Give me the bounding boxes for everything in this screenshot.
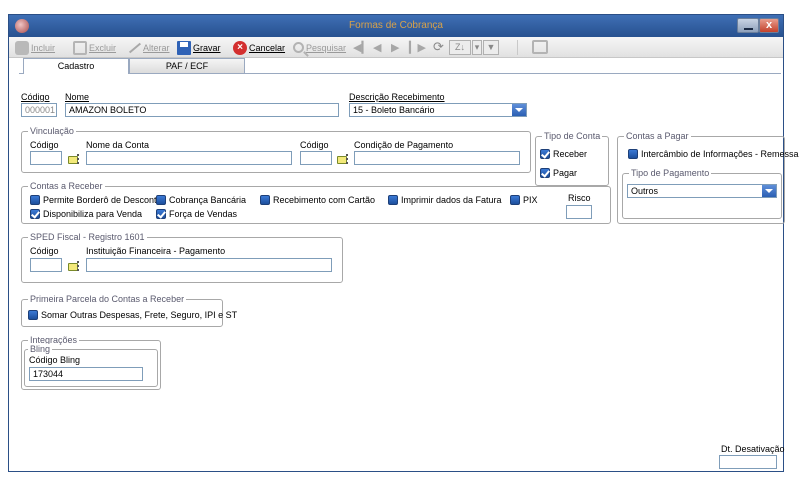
tipo-pagamento-group: Tipo de Pagamento Outros xyxy=(622,168,782,219)
minimize-button[interactable] xyxy=(737,18,759,33)
nome-field[interactable]: AMAZON BOLETO xyxy=(65,103,339,117)
recebimento-cartao-checkbox[interactable]: Recebimento com Cartão xyxy=(260,195,375,205)
print-icon[interactable] xyxy=(532,40,548,54)
tab-cadastro[interactable]: Cadastro xyxy=(23,58,129,74)
next-record-icon[interactable]: ▶ xyxy=(391,41,399,54)
excluir-button[interactable]: Excluir xyxy=(73,39,116,56)
first-record-icon[interactable]: ◀▎ xyxy=(353,41,370,54)
receber-checkbox[interactable]: Receber xyxy=(540,149,587,159)
chevron-down-icon xyxy=(512,104,526,116)
gravar-button[interactable]: Gravar xyxy=(177,39,221,56)
incluir-button[interactable]: Incluir xyxy=(15,39,55,56)
codigo-bling-field[interactable]: 173044 xyxy=(29,367,143,381)
app-icon xyxy=(15,19,29,33)
sort-dropdown-icon[interactable]: ▾ xyxy=(472,40,482,55)
codigo-label: Código xyxy=(21,92,50,102)
edit-icon xyxy=(127,41,141,55)
risco-label: Risco xyxy=(568,193,591,203)
lookup-icon[interactable] xyxy=(68,154,80,164)
integracoes-group: Integrações Bling Código Bling 173044 xyxy=(21,335,161,390)
pesquisar-button[interactable]: Pesquisar xyxy=(293,39,346,56)
checkbox-checked-icon xyxy=(156,209,166,219)
primeira-parcela-group: Primeira Parcela do Contas a Receber Som… xyxy=(21,294,237,327)
alterar-button[interactable]: Alterar xyxy=(127,39,170,56)
prev-record-icon[interactable]: ◀ xyxy=(373,41,381,54)
somar-despesas-checkbox[interactable]: Somar Outras Despesas, Frete, Seguro, IP… xyxy=(28,310,237,320)
tipo-conta-group: Tipo de Conta Receber Pagar xyxy=(535,131,609,186)
tab-paf-ecf[interactable]: PAF / ECF xyxy=(129,58,245,73)
lookup-icon[interactable] xyxy=(337,154,349,164)
cobranca-bancaria-checkbox[interactable]: Cobrança Bancária xyxy=(156,195,246,205)
delete-icon xyxy=(73,40,87,55)
checkbox-icon xyxy=(30,195,40,205)
sped-group: SPED Fiscal - Registro 1601 Código Insti… xyxy=(21,232,343,283)
last-record-icon[interactable]: ▎▶ xyxy=(409,41,426,54)
checkbox-checked-icon xyxy=(540,149,550,159)
dt-desativacao-field[interactable] xyxy=(719,455,777,469)
codigo-field[interactable]: 000001 xyxy=(21,103,57,117)
cancelar-button[interactable]: × Cancelar xyxy=(233,39,285,56)
tipo-pagamento-select[interactable]: Outros xyxy=(627,184,777,198)
instituicao-financeira-field[interactable] xyxy=(86,258,332,272)
forca-vendas-checkbox[interactable]: Força de Vendas xyxy=(156,209,237,219)
disponibiliza-venda-checkbox[interactable]: Disponibiliza para Venda xyxy=(30,209,142,219)
risco-field[interactable] xyxy=(566,205,592,219)
checkbox-icon xyxy=(28,310,38,320)
checkbox-checked-icon xyxy=(540,168,550,178)
nome-conta-field[interactable] xyxy=(86,151,292,165)
cadastro-panel: Código 000001 Nome AMAZON BOLETO Descriç… xyxy=(19,73,799,469)
checkbox-checked-icon xyxy=(30,209,40,219)
imprimir-fatura-checkbox[interactable]: Imprimir dados da Fatura xyxy=(388,195,502,205)
lookup-icon[interactable] xyxy=(68,261,80,271)
checkbox-icon xyxy=(628,149,638,159)
filter-icon[interactable]: ▼ xyxy=(483,40,499,55)
search-icon xyxy=(293,42,304,53)
descricao-recebimento-label: Descrição Recebimento xyxy=(349,92,445,102)
descricao-recebimento-select[interactable]: 15 - Boleto Bancário xyxy=(349,103,527,117)
title-bar: Formas de Cobrança x xyxy=(9,15,783,37)
pix-checkbox[interactable]: PIX xyxy=(510,195,538,205)
permite-bordero-checkbox[interactable]: Permite Borderô de Desconto xyxy=(30,195,162,205)
toolbar: Incluir Excluir Alterar Gravar × Cancela… xyxy=(9,37,783,58)
pagar-checkbox[interactable]: Pagar xyxy=(540,168,577,178)
sort-icon[interactable]: Z↓ xyxy=(449,40,471,55)
checkbox-icon xyxy=(388,195,398,205)
condicao-pagamento-field[interactable] xyxy=(354,151,520,165)
contas-receber-group: Contas a Receber Permite Borderô de Desc… xyxy=(21,181,611,224)
codigo-bling-label: Código Bling xyxy=(29,355,81,365)
checkbox-icon xyxy=(510,195,520,205)
refresh-icon[interactable]: ⟳ xyxy=(433,39,444,55)
main-window: Formas de Cobrança x Incluir Excluir Alt… xyxy=(8,14,799,472)
intercambio-checkbox[interactable]: Intercâmbio de Informações - Remessa xyxy=(628,149,799,159)
add-icon xyxy=(15,40,29,55)
vinculacao-group: Vinculação Código Nome da Conta Código C… xyxy=(21,126,531,173)
vinculacao-codigo-field[interactable] xyxy=(30,151,62,165)
contas-pagar-group: Contas a Pagar Intercâmbio de Informaçõe… xyxy=(617,131,799,224)
cancel-icon: × xyxy=(233,40,247,55)
dt-desativacao-label: Dt. Desativação xyxy=(721,444,785,454)
window-title: Formas de Cobrança xyxy=(349,20,443,31)
chevron-down-icon xyxy=(762,185,776,197)
checkbox-icon xyxy=(260,195,270,205)
condicao-codigo-field[interactable] xyxy=(300,151,332,165)
sped-codigo-field[interactable] xyxy=(30,258,62,272)
save-icon xyxy=(177,40,191,55)
checkbox-icon xyxy=(156,195,166,205)
close-button[interactable]: x xyxy=(759,18,779,33)
nome-label: Nome xyxy=(65,92,90,102)
bling-group: Bling Código Bling 173044 xyxy=(24,344,158,387)
